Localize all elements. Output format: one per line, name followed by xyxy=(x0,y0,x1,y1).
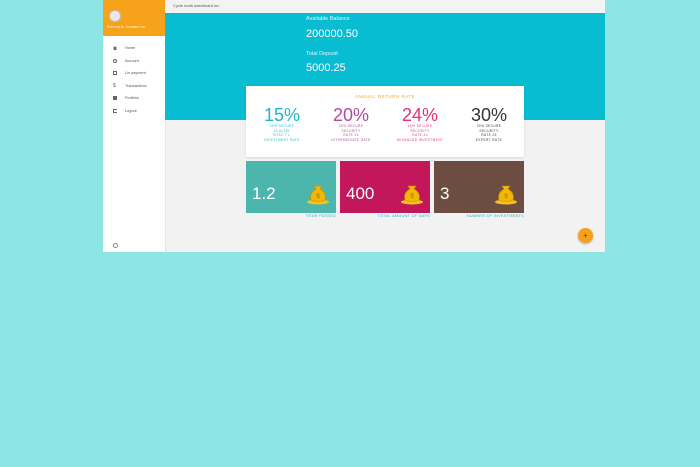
rate-percent: 30% xyxy=(470,105,508,125)
calendar-icon xyxy=(113,71,117,76)
rate-detail: ADVANCED INVESTMENT xyxy=(396,137,444,142)
sidebar-item-label: Lin payment xyxy=(125,71,146,76)
add-button[interactable]: + xyxy=(578,228,593,243)
sidebar-item-portfolio[interactable]: Portfolio xyxy=(103,92,165,105)
rate-column: 20% 20% SECURE SECURITY RATE 15 INTERMED… xyxy=(321,106,381,142)
stat-value: 3 xyxy=(440,184,450,203)
rate-column: 30% 20% SECURE SECURITY RATE 25 EXPERT R… xyxy=(459,106,519,142)
sidebar-item-label: Transactions xyxy=(125,83,147,88)
stat-tile-years[interactable]: 1.2 $ xyxy=(246,161,336,213)
avatar[interactable] xyxy=(109,10,121,22)
stat-label: NUMBER OF INVESTMENTS xyxy=(466,214,524,218)
page-title: Cycle moth dashboard inc xyxy=(173,3,220,8)
rate-detail: INTERMEDIATE RATE xyxy=(331,137,371,142)
stat-label: YEAR PASSED xyxy=(306,214,336,218)
rate-detail: EXPERT RATE xyxy=(475,137,503,142)
sidebar-item-label: Logout xyxy=(125,108,137,113)
money-bag-icon: $ xyxy=(307,185,329,205)
rate-column: 15% 20% SECURE 10 ALTEL NTEC 7 L INVESTM… xyxy=(252,106,312,142)
rate-percent: 24% xyxy=(401,105,439,125)
return-rates-card: ANNUAL RETURN RATE 15% 20% SECURE 10 ALT… xyxy=(246,86,524,157)
return-rates-title: ANNUAL RETURN RATE xyxy=(354,94,415,99)
home-icon xyxy=(113,46,117,51)
money-icon: $ xyxy=(113,82,116,89)
rate-detail: INVESTMENT RATE xyxy=(264,137,300,142)
money-bag-icon: $ xyxy=(495,185,517,205)
user-name: Brenna A. Gustam ex. xyxy=(107,24,147,29)
rate-column: 24% 15% SECURE SECURITY RATE 20 ADVANCED… xyxy=(390,106,450,142)
total-deposit-label: Total Deposit xyxy=(306,51,338,57)
sidebar-menu: Home Account Lin payment $ Transactions … xyxy=(103,36,165,117)
app-window: Brenna A. Gustam ex. Home Account Lin pa… xyxy=(103,0,605,252)
grid-icon xyxy=(113,96,117,101)
sidebar-header: Brenna A. Gustam ex. xyxy=(103,0,165,36)
top-bar: Cycle moth dashboard inc xyxy=(165,0,605,13)
plus-icon: + xyxy=(583,231,588,240)
rate-percent: 20% xyxy=(332,105,370,125)
sidebar-item-label: Portfolio xyxy=(125,96,139,101)
sidebar-item-label: Account xyxy=(125,58,139,63)
total-deposit-value: 5000.25 xyxy=(306,62,346,74)
stat-tile-investments[interactable]: 3 $ xyxy=(434,161,524,213)
stat-tile-days[interactable]: 400 $ xyxy=(340,161,430,213)
sidebar: Brenna A. Gustam ex. Home Account Lin pa… xyxy=(103,0,166,252)
person-icon xyxy=(113,58,117,63)
stat-label: TOTAL AMOUNT OF DAYS xyxy=(377,214,430,218)
sidebar-item-logout[interactable]: Logout xyxy=(103,105,165,118)
stat-value: 400 xyxy=(346,184,375,203)
stat-value: 1.2 xyxy=(252,184,276,203)
sidebar-item-payment[interactable]: Lin payment xyxy=(103,67,165,80)
money-bag-icon: $ xyxy=(401,185,423,205)
logout-icon xyxy=(113,108,117,113)
sidebar-item-home[interactable]: Home xyxy=(103,42,165,55)
available-balance-value: 200000.50 xyxy=(306,28,358,40)
settings-icon[interactable] xyxy=(113,243,118,248)
sidebar-item-account[interactable]: Account xyxy=(103,55,165,68)
available-balance-label: Available Balance xyxy=(306,16,350,22)
sidebar-item-transactions[interactable]: $ Transactions xyxy=(103,80,165,93)
sidebar-item-label: Home xyxy=(125,46,136,51)
rate-percent: 15% xyxy=(263,105,301,125)
